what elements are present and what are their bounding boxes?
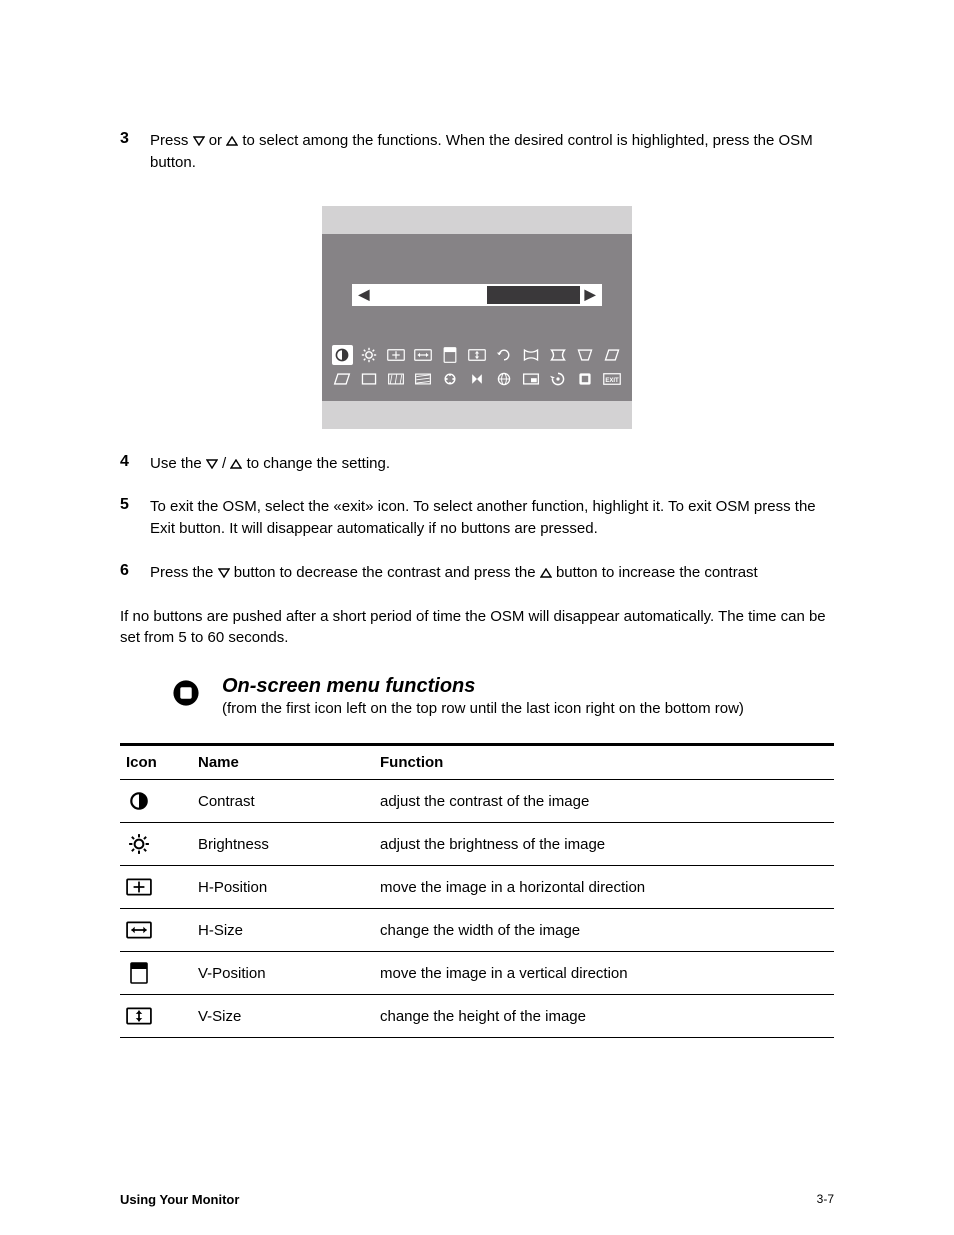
section-subheading: (from the first icon left on the top row… <box>222 700 744 717</box>
square-icon <box>359 369 380 389</box>
osd-position-icon <box>520 369 541 389</box>
exit-icon <box>601 369 622 389</box>
triangle-up-icon <box>540 568 552 578</box>
pincushion-1-icon <box>520 345 541 365</box>
triangle-up-icon <box>226 136 238 146</box>
step-3: 3 Press or to select among the functions… <box>120 130 834 188</box>
table-row: H-Positionmove the image in a horizontal… <box>120 866 834 909</box>
row-name: V-Size <box>192 995 374 1038</box>
row-name: Brightness <box>192 823 374 866</box>
step-5: 5 To exit the OSM, select the «exit» ico… <box>120 496 834 554</box>
v-size-icon <box>467 345 488 365</box>
step-number: 6 <box>120 562 136 598</box>
language-icon <box>493 369 514 389</box>
step6-text-b: button to decrease the contrast and pres… <box>234 564 536 581</box>
function-table: Icon Name Function Contrastadjust the co… <box>120 743 834 1038</box>
step-number: 4 <box>120 453 136 489</box>
table-row: Brightnessadjust the brightness of the i… <box>120 823 834 866</box>
rotation-icon <box>493 345 514 365</box>
triangle-down-icon <box>218 568 230 578</box>
osd-icon-grid <box>322 339 632 401</box>
th-function: Function <box>374 746 834 780</box>
recall-icon <box>547 369 568 389</box>
row-function: adjust the brightness of the image <box>374 823 834 866</box>
parallelogram-icon <box>332 369 353 389</box>
hposition-icon <box>120 866 192 909</box>
trapezoid-2-icon <box>601 345 622 365</box>
triangle-down-icon <box>206 459 218 469</box>
th-icon: Icon <box>120 746 192 780</box>
vsize-icon <box>120 995 192 1038</box>
page-footer: Using Your Monitor 3-7 <box>120 1192 834 1207</box>
step-4: 4 Use the / to change the setting. <box>120 453 834 489</box>
row-name: H-Position <box>192 866 374 909</box>
trapezoid-1-icon <box>574 345 595 365</box>
color-icon <box>440 369 461 389</box>
step6-text-a: Press the <box>150 564 213 581</box>
step3-text-c: to select among the functions. When the … <box>150 132 813 171</box>
section-divider: On-screen menu functions (from the first… <box>120 675 834 717</box>
footer-title: Using Your Monitor <box>120 1192 239 1207</box>
step5-text: To exit the OSM, select the «exit» icon.… <box>150 496 834 540</box>
row-function: adjust the contrast of the image <box>374 780 834 823</box>
section-icon <box>120 675 206 709</box>
row-name: H-Size <box>192 909 374 952</box>
row-function: move the image in a vertical direction <box>374 952 834 995</box>
step-6: 6 Press the button to decrease the contr… <box>120 562 834 598</box>
row-function: change the width of the image <box>374 909 834 952</box>
step4-text-b: to change the setting. <box>247 455 390 472</box>
pincushion-2-icon <box>547 345 568 365</box>
table-row: Contrastadjust the contrast of the image <box>120 780 834 823</box>
triangle-up-icon <box>230 459 242 469</box>
osd-screenshot: ◀ ▶ <box>322 206 632 429</box>
triangle-down-icon <box>193 136 205 146</box>
row-name: Contrast <box>192 780 374 823</box>
v-position-icon <box>440 345 461 365</box>
footer-page: 3-7 <box>817 1192 834 1207</box>
degauss-icon <box>467 369 488 389</box>
post-step-paragraph: If no buttons are pushed after a short p… <box>120 606 834 650</box>
section-heading: On-screen menu functions <box>222 675 744 698</box>
step3-text-b: or <box>209 132 222 149</box>
hsize-icon <box>120 909 192 952</box>
step-number: 5 <box>120 496 136 554</box>
brightness-icon <box>120 823 192 866</box>
moire-v-icon <box>413 369 434 389</box>
row-function: move the image in a horizontal direction <box>374 866 834 909</box>
brightness-icon <box>359 345 380 365</box>
status-icon <box>574 369 595 389</box>
table-row: V-Sizechange the height of the image <box>120 995 834 1038</box>
vposition-icon <box>120 952 192 995</box>
table-row: V-Positionmove the image in a vertical d… <box>120 952 834 995</box>
row-name: V-Position <box>192 952 374 995</box>
contrast-icon <box>332 345 353 365</box>
osd-slider: ◀ ▶ <box>352 284 602 306</box>
step4-text-a: Use the <box>150 455 202 472</box>
step6-text-c: button to increase the contrast <box>556 564 758 581</box>
slider-right-arrow-icon: ▶ <box>580 286 600 304</box>
h-size-icon <box>413 345 434 365</box>
moire-h-icon <box>386 369 407 389</box>
step3-text-a: Press <box>150 132 188 149</box>
slider-left-arrow-icon: ◀ <box>354 286 374 304</box>
contrast-icon <box>120 780 192 823</box>
step-number: 3 <box>120 130 136 188</box>
table-row: H-Sizechange the width of the image <box>120 909 834 952</box>
th-name: Name <box>192 746 374 780</box>
row-function: change the height of the image <box>374 995 834 1038</box>
h-position-icon <box>386 345 407 365</box>
